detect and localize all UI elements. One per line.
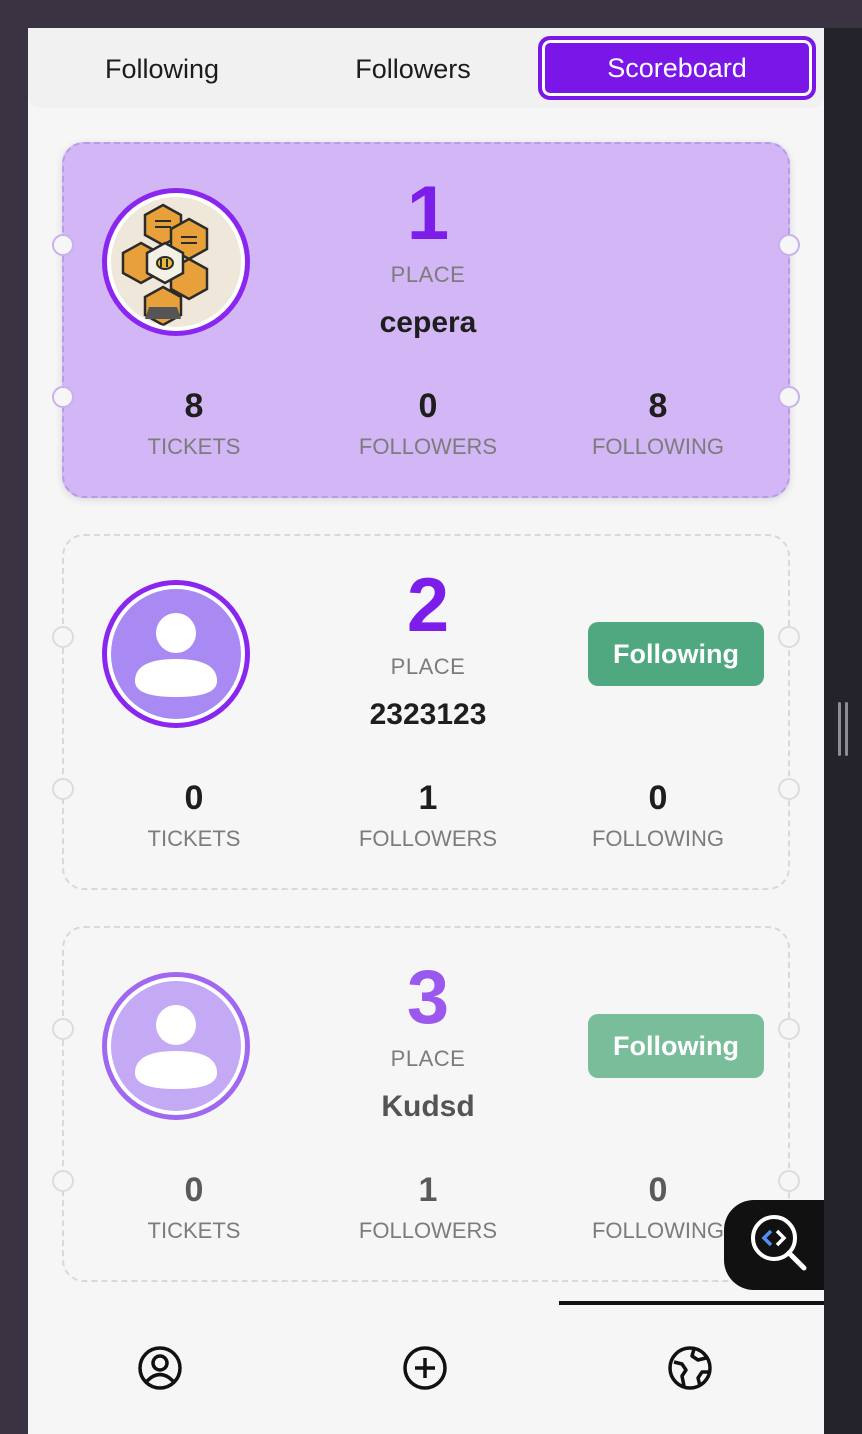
app-container: Following Followers Scoreboard 1 PLACE c… bbox=[28, 28, 824, 1434]
stat-followers: 1 FOLLOWERS bbox=[328, 778, 528, 852]
code-search-icon bbox=[744, 1208, 814, 1283]
stat-value: 0 bbox=[418, 387, 438, 425]
ticket-notch bbox=[778, 626, 800, 648]
stat-value: 8 bbox=[648, 387, 668, 425]
stat-value: 1 bbox=[418, 779, 438, 817]
username[interactable]: 2323123 bbox=[278, 698, 578, 732]
stat-label: FOLLOWERS bbox=[358, 826, 498, 851]
stat-followers: 1 FOLLOWERS bbox=[328, 1170, 528, 1244]
honeycomb-logo-icon bbox=[111, 197, 241, 327]
stat-following: 0 FOLLOWING bbox=[558, 778, 758, 852]
tab-following[interactable]: Following bbox=[28, 38, 296, 100]
stat-label: TICKETS bbox=[147, 826, 241, 851]
stat-value: 0 bbox=[648, 1171, 668, 1209]
username[interactable]: cepera bbox=[278, 306, 578, 340]
stat-label: FOLLOWERS bbox=[358, 1218, 498, 1243]
ticket-notch bbox=[52, 234, 74, 256]
following-button[interactable]: Following bbox=[588, 1014, 764, 1078]
stat-tickets: 0 TICKETS bbox=[94, 778, 294, 852]
place-label: PLACE bbox=[390, 654, 466, 679]
avatar[interactable] bbox=[102, 580, 250, 728]
user-icon bbox=[111, 589, 241, 719]
tab-bar: Following Followers Scoreboard bbox=[28, 28, 824, 108]
rank-number: 2 bbox=[406, 563, 450, 648]
stat-followers: 0 FOLLOWERS bbox=[328, 386, 528, 460]
profile-nav-button[interactable] bbox=[136, 1344, 184, 1392]
ticket-notch bbox=[52, 1170, 74, 1192]
active-nav-indicator bbox=[559, 1301, 824, 1305]
tab-scoreboard[interactable]: Scoreboard bbox=[538, 36, 816, 100]
globe-icon bbox=[668, 1346, 712, 1390]
stat-label: TICKETS bbox=[147, 1218, 241, 1243]
rank-number: 3 bbox=[406, 955, 450, 1040]
ticket-notch bbox=[52, 626, 74, 648]
stat-value: 0 bbox=[184, 779, 204, 817]
code-search-button[interactable] bbox=[724, 1200, 824, 1290]
place-label: PLACE bbox=[390, 1046, 466, 1071]
ticket-notch bbox=[52, 1018, 74, 1040]
profile-icon bbox=[138, 1346, 182, 1390]
following-button[interactable]: Following bbox=[588, 622, 764, 686]
ticket-notch bbox=[52, 386, 74, 408]
ticket-notch bbox=[778, 386, 800, 408]
scoreboard-card[interactable]: 2 PLACE 2323123 Following 0 TICKETS 1 FO… bbox=[52, 534, 800, 890]
avatar[interactable] bbox=[102, 188, 250, 336]
window-top-bar bbox=[0, 0, 862, 28]
ticket-notch bbox=[778, 778, 800, 800]
stat-label: TICKETS bbox=[147, 434, 241, 459]
stat-tickets: 0 TICKETS bbox=[94, 1170, 294, 1244]
avatar[interactable] bbox=[102, 972, 250, 1120]
ticket-notch bbox=[52, 778, 74, 800]
stat-label: FOLLOWING bbox=[591, 826, 724, 851]
stat-following: 8 FOLLOWING bbox=[558, 386, 758, 460]
tab-followers[interactable]: Followers bbox=[288, 38, 538, 100]
bottom-nav bbox=[28, 1306, 824, 1434]
stat-value: 1 bbox=[418, 1171, 438, 1209]
place-label: PLACE bbox=[390, 262, 466, 287]
stat-label: FOLLOWERS bbox=[358, 434, 498, 459]
stat-tickets: 8 TICKETS bbox=[94, 386, 294, 460]
stat-value: 0 bbox=[184, 1171, 204, 1209]
scoreboard-nav-button[interactable] bbox=[666, 1344, 714, 1392]
stat-label: FOLLOWING bbox=[591, 434, 724, 459]
ticket-notch bbox=[778, 1170, 800, 1192]
ticket-notch bbox=[778, 234, 800, 256]
add-circle-icon bbox=[403, 1346, 447, 1390]
scoreboard-card[interactable]: 1 PLACE cepera 8 TICKETS 0 FOLLOWERS 8 F… bbox=[52, 142, 800, 498]
add-nav-button[interactable] bbox=[401, 1344, 449, 1392]
stat-value: 8 bbox=[184, 387, 204, 425]
rank-number: 1 bbox=[406, 171, 450, 256]
scoreboard-card[interactable]: 3 PLACE Kudsd Following 0 TICKETS 1 FOLL… bbox=[52, 926, 800, 1282]
user-icon bbox=[111, 981, 241, 1111]
stat-value: 0 bbox=[648, 779, 668, 817]
resize-handle[interactable] bbox=[838, 702, 852, 756]
username[interactable]: Kudsd bbox=[278, 1090, 578, 1124]
ticket-notch bbox=[778, 1018, 800, 1040]
